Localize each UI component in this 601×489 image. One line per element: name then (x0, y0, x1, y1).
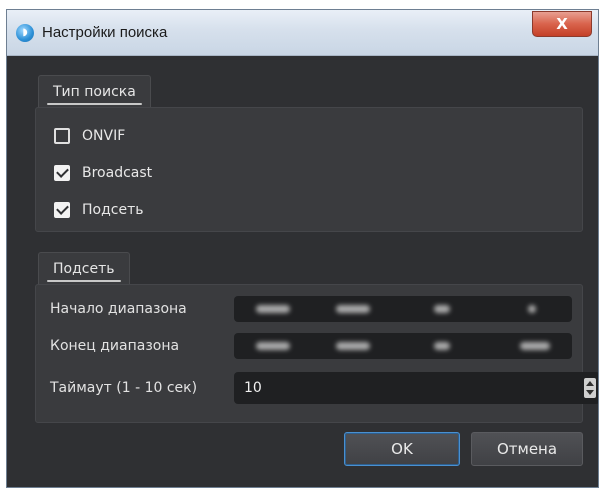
range-start-label: Начало диапазона (50, 301, 187, 317)
window-title: Настройки поиска (42, 24, 168, 41)
range-end-label: Конец диапазона (50, 338, 180, 354)
dialog-body: Тип поиска ONVIF Broadcast Подсеть Подсе… (7, 56, 598, 487)
onvif-checkbox[interactable] (54, 128, 70, 144)
broadcast-checkbox[interactable] (54, 165, 70, 181)
subnet-option-label: Подсеть (82, 202, 144, 218)
chevron-up-icon[interactable] (586, 381, 594, 386)
cancel-button[interactable]: Отмена (471, 432, 583, 466)
tab-subnet: Подсеть (38, 252, 130, 284)
range-start-field[interactable] (234, 296, 572, 322)
subnet-checkbox[interactable] (54, 202, 70, 218)
title-bar[interactable]: ◗ Настройки поиска X (7, 10, 598, 56)
chat-bubble-icon: ◗ (16, 24, 34, 42)
tab-search-type: Тип поиска (38, 75, 151, 107)
chevron-down-icon[interactable] (586, 390, 594, 395)
ok-button[interactable]: OK (344, 432, 460, 466)
timeout-spinbox[interactable]: 10 (234, 372, 598, 404)
onvif-label: ONVIF (82, 128, 126, 144)
broadcast-label: Broadcast (82, 165, 153, 181)
range-end-field[interactable] (234, 333, 572, 359)
timeout-value: 10 (244, 380, 262, 396)
timeout-label: Таймаут (1 - 10 сек) (50, 380, 198, 396)
broadcast-option[interactable]: Broadcast (54, 163, 152, 183)
onvif-option[interactable]: ONVIF (54, 126, 125, 146)
close-button[interactable]: X (532, 11, 592, 37)
search-settings-dialog: ◗ Настройки поиска X Тип поиска ONVIF Br… (6, 9, 599, 488)
subnet-option[interactable]: Подсеть (54, 200, 144, 220)
search-type-panel: ONVIF Broadcast Подсеть (35, 107, 583, 232)
subnet-panel: Начало диапазона Конец диапазона Таймаут… (35, 284, 598, 423)
timeout-stepper[interactable] (584, 378, 596, 398)
